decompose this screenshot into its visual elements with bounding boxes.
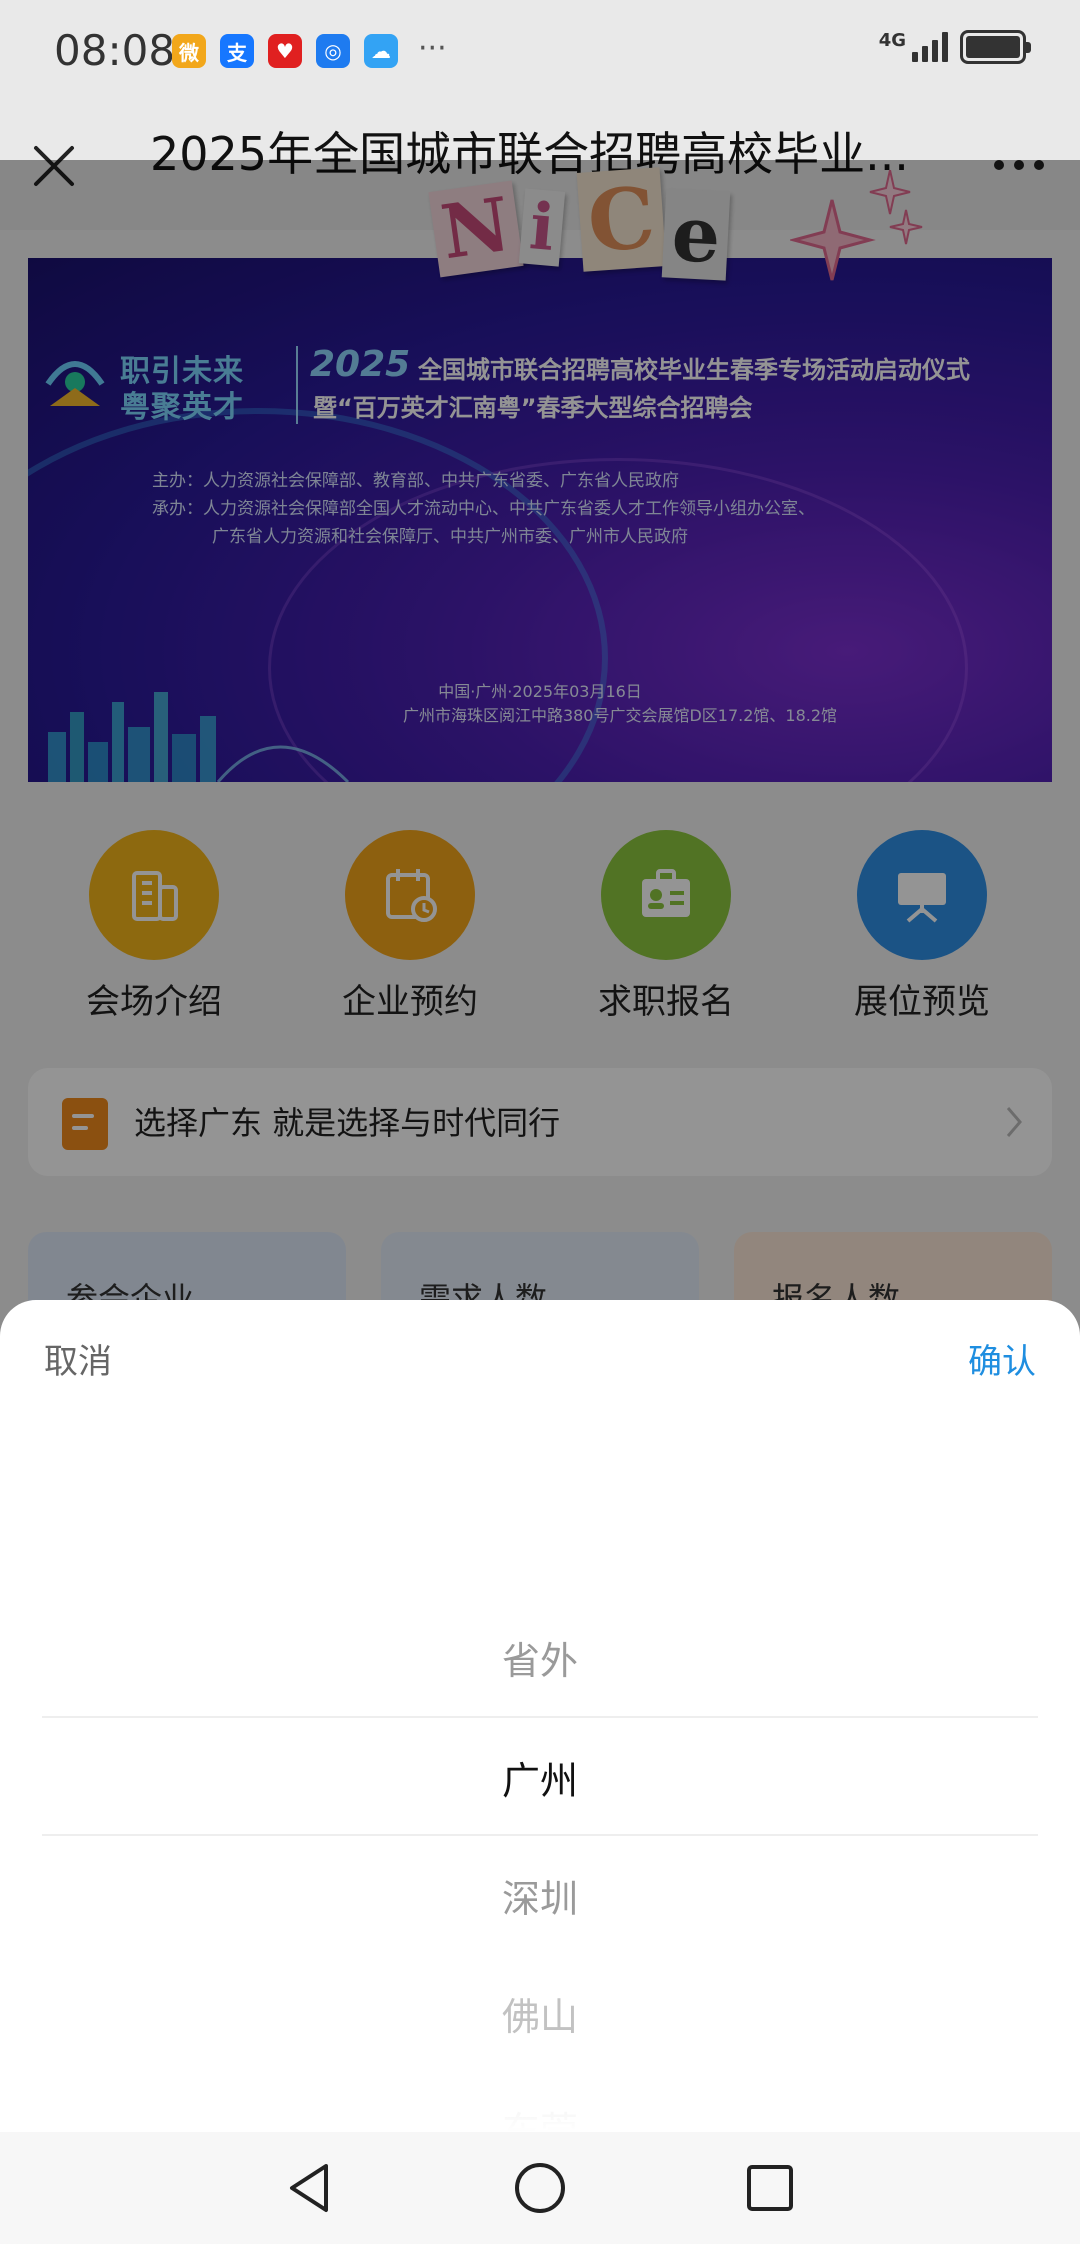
city-picker-sheet: 取消 确认 省外 广州 深圳 佛山 东莞 bbox=[0, 1300, 1080, 2132]
battery-icon bbox=[960, 30, 1031, 64]
weather-icon: ☁ bbox=[364, 34, 398, 68]
signal-icon bbox=[912, 32, 948, 62]
picker-option[interactable]: 省外 bbox=[0, 1630, 1080, 1685]
status-bar: 08:08 微 支 ♥ ◎ ☁ ··· 4G bbox=[0, 0, 1080, 100]
system-nav-bar bbox=[0, 2132, 1080, 2244]
alipay-icon: 支 bbox=[220, 34, 254, 68]
app-red-icon: ♥ bbox=[268, 34, 302, 68]
cancel-button[interactable]: 取消 bbox=[44, 1334, 112, 1383]
confirm-button[interactable]: 确认 bbox=[968, 1334, 1036, 1383]
home-icon[interactable] bbox=[506, 2154, 574, 2222]
weibo-icon: 微 bbox=[172, 34, 206, 68]
recent-apps-icon[interactable] bbox=[736, 2154, 804, 2222]
picker-option[interactable]: 深圳 bbox=[0, 1868, 1080, 1923]
network-type: 4G bbox=[878, 29, 906, 51]
status-time: 08:08 bbox=[54, 26, 176, 75]
status-app-icons: 微 支 ♥ ◎ ☁ ··· bbox=[172, 34, 447, 68]
picker-option-selected[interactable]: 广州 bbox=[0, 1750, 1080, 1805]
status-indicators: 4G bbox=[878, 29, 1031, 64]
back-icon[interactable] bbox=[276, 2154, 344, 2222]
more-notifications-icon: ··· bbox=[418, 31, 447, 66]
picker-option[interactable]: 佛山 bbox=[0, 1986, 1080, 2041]
picker-selection-top-line bbox=[42, 1716, 1038, 1718]
picker-selection-bottom-line bbox=[42, 1834, 1038, 1836]
app-blue-icon: ◎ bbox=[316, 34, 350, 68]
